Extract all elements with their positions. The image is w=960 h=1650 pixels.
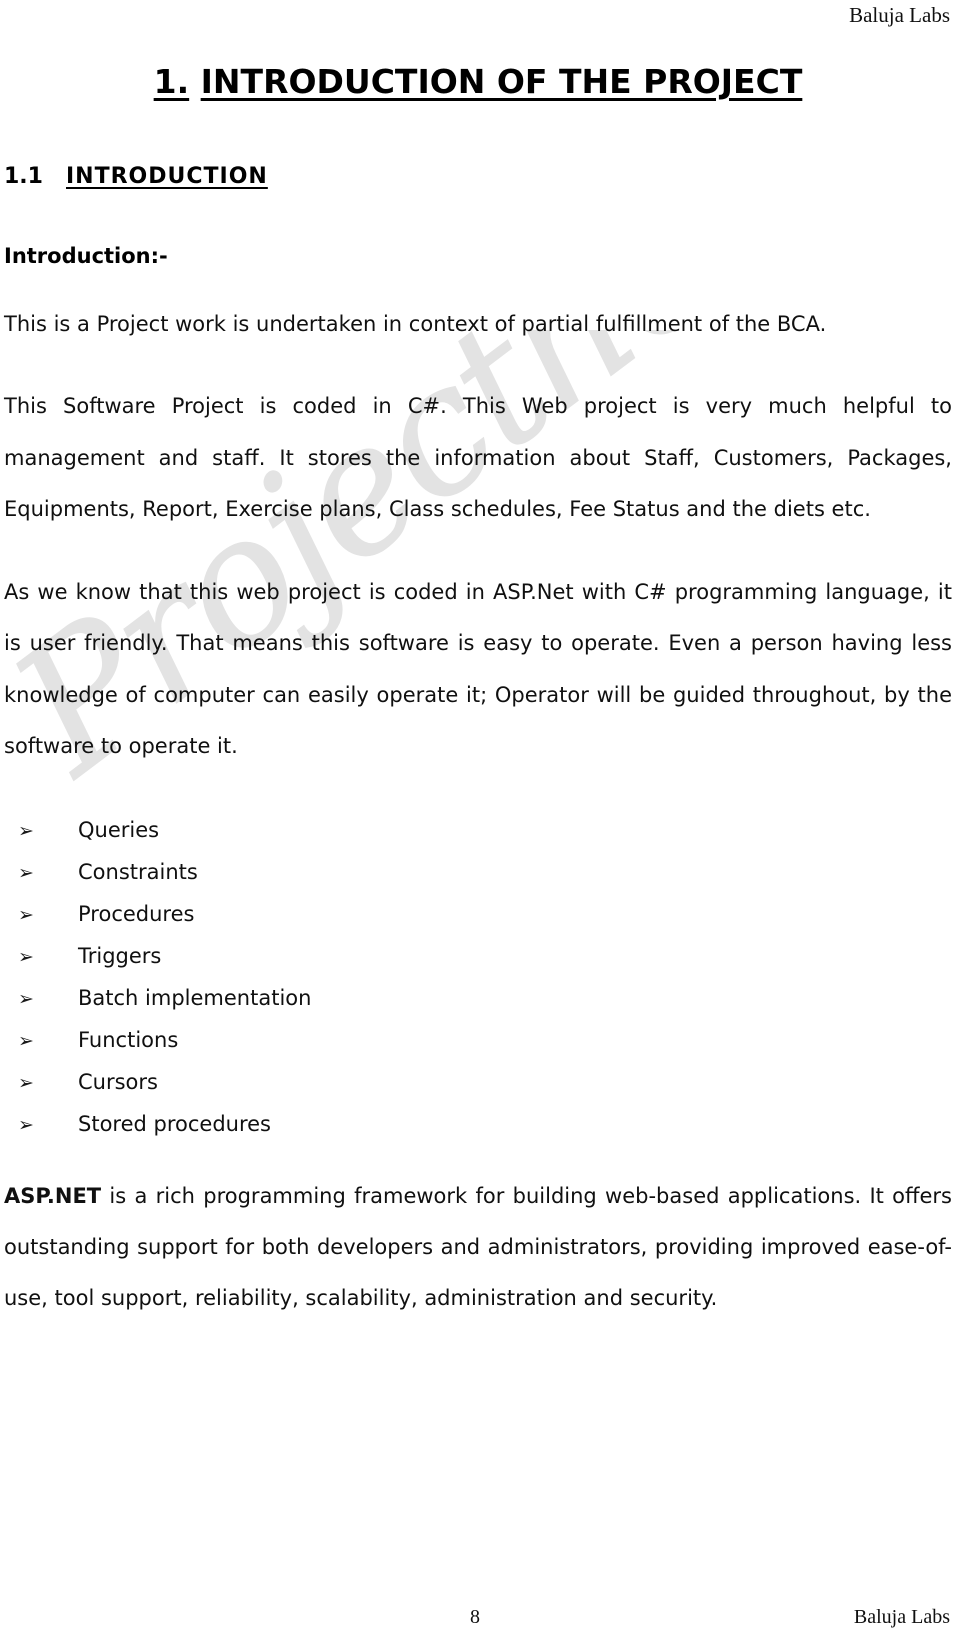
list-item: ➢ Queries [4, 809, 952, 851]
sub-heading: Introduction:- [4, 244, 168, 268]
page-header: Baluja Labs [0, 0, 950, 30]
document-page: Projecthelpline.in Baluja Labs 1. INTROD… [0, 0, 960, 1650]
paragraph-aspnet-framework: ASP.NET is a rich programming framework … [4, 1171, 952, 1325]
arrow-bullet-icon: ➢ [18, 1113, 34, 1136]
list-item: ➢ Batch implementation [4, 977, 952, 1019]
arrow-bullet-icon: ➢ [18, 987, 34, 1010]
aspnet-rest-text: is a rich programming framework for buil… [4, 1183, 952, 1311]
page-footer: 8 Baluja Labs [0, 1606, 950, 1636]
section-label: INTRODUCTION [66, 164, 268, 189]
list-item-label: Queries [78, 817, 160, 842]
arrow-bullet-icon: ➢ [18, 903, 34, 926]
section-heading: 1.1 INTRODUCTION [4, 164, 952, 189]
footer-brand: Baluja Labs [853, 1606, 950, 1628]
list-item: ➢ Triggers [4, 935, 952, 977]
list-item-label: Batch implementation [78, 985, 312, 1010]
arrow-bullet-icon: ➢ [18, 945, 34, 968]
page-title-text: INTRODUCTION OF THE PROJECT [200, 62, 803, 101]
arrow-bullet-icon: ➢ [18, 819, 34, 842]
list-item: ➢ Stored procedures [4, 1103, 952, 1145]
list-item: ➢ Functions [4, 1019, 952, 1061]
paragraph-aspnet-friendly: As we know that this web project is code… [4, 579, 952, 759]
arrow-bullet-icon: ➢ [18, 1029, 34, 1052]
list-item-label: Functions [78, 1027, 179, 1052]
list-item-label: Cursors [78, 1069, 158, 1094]
document-content: 1. INTRODUCTION OF THE PROJECT 1.1 INTRO… [0, 62, 960, 1325]
list-item-label: Stored procedures [78, 1111, 271, 1136]
list-item-label: Triggers [78, 943, 162, 968]
list-item: ➢ Cursors [4, 1061, 952, 1103]
list-item: ➢ Constraints [4, 851, 952, 893]
section-number: 1.1 [4, 164, 43, 189]
arrow-bullet-icon: ➢ [18, 1071, 34, 1094]
arrow-bullet-icon: ➢ [18, 861, 34, 884]
page-title: 1. INTRODUCTION OF THE PROJECT [4, 62, 952, 101]
page-title-number: 1. [153, 62, 190, 101]
footer-page-number: 8 [470, 1606, 480, 1628]
feature-list: ➢ Queries ➢ Constraints ➢ Procedures ➢ T… [4, 809, 952, 1145]
paragraph-software: This Software Project is coded in C#. Th… [4, 394, 952, 522]
header-brand: Baluja Labs [849, 3, 950, 27]
list-item-label: Constraints [78, 859, 198, 884]
list-item: ➢ Procedures [4, 893, 952, 935]
list-item-label: Procedures [78, 901, 195, 926]
aspnet-lead-term: ASP.NET [4, 1183, 102, 1208]
paragraph-intro: This is a Project work is undertaken in … [4, 312, 827, 336]
